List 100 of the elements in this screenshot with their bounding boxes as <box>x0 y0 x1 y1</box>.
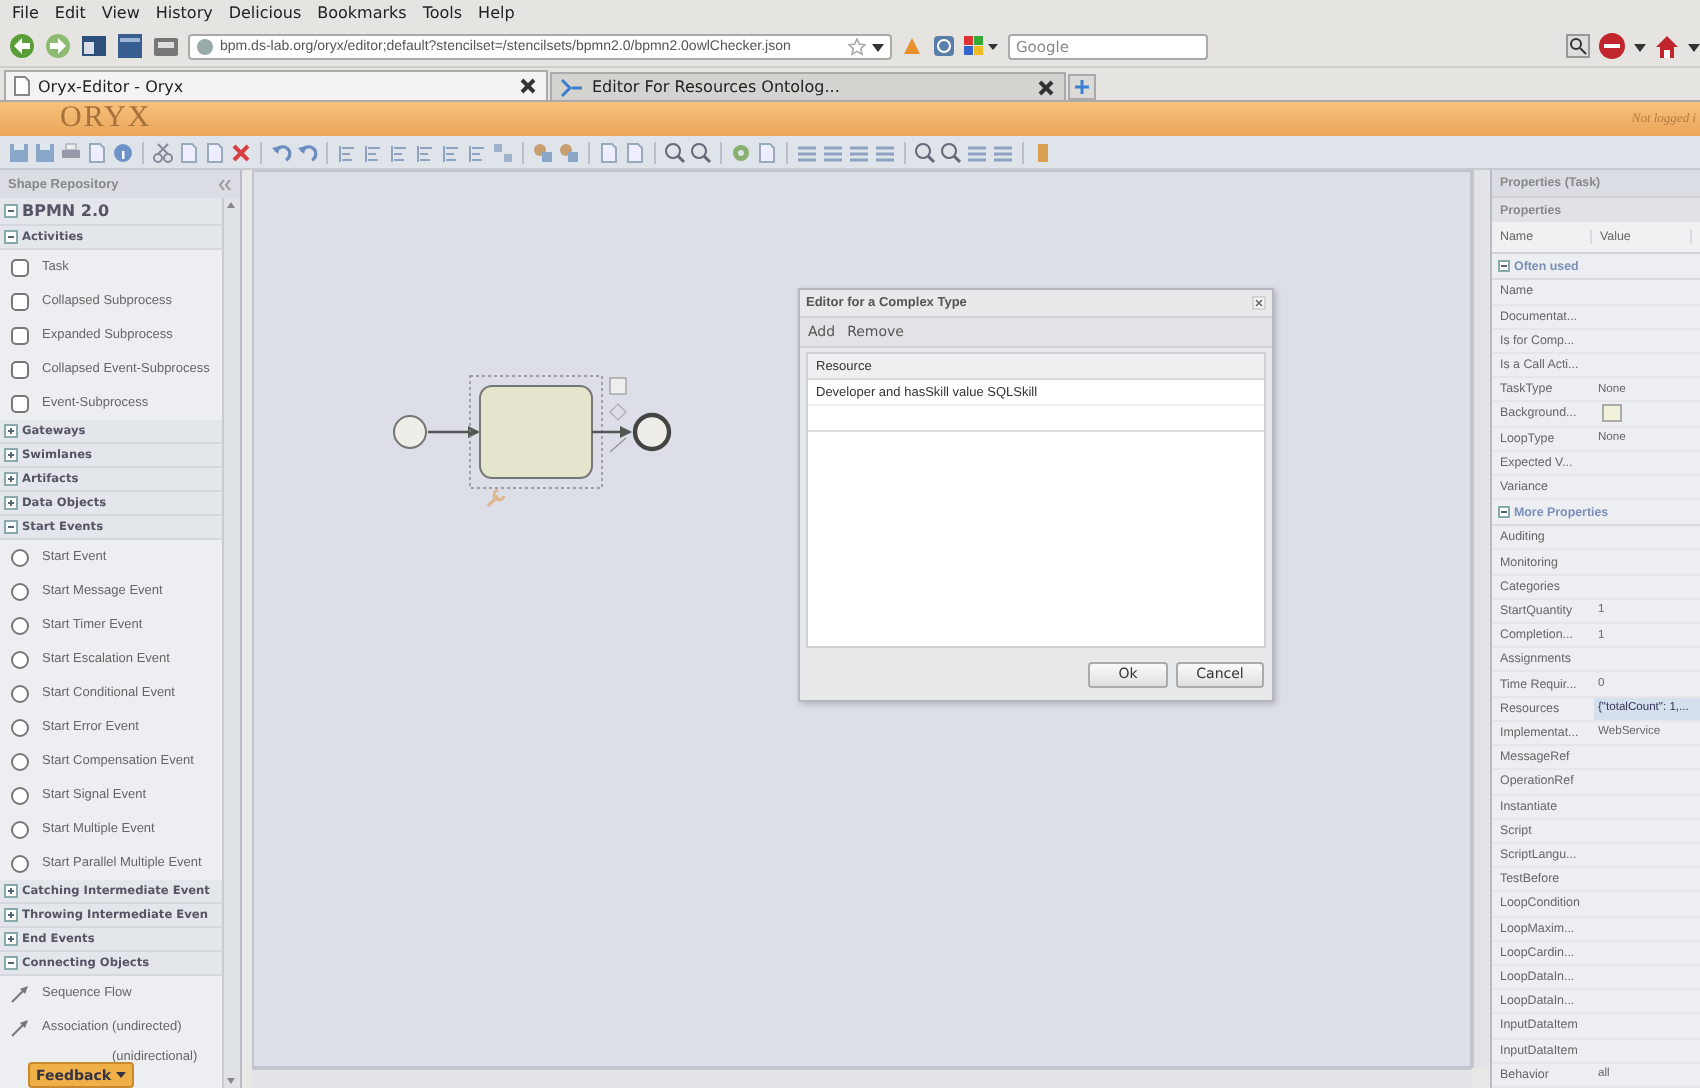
task-shape[interactable] <box>479 385 593 479</box>
scissors-icon[interactable] <box>152 141 174 163</box>
menu-item[interactable]: Tools <box>414 4 471 22</box>
color-swatch[interactable] <box>1602 404 1622 423</box>
browser-tab[interactable]: Oryx-Editor - Oryx <box>4 70 548 100</box>
globe-icon <box>196 37 214 55</box>
plus-box-icon[interactable] <box>4 496 18 510</box>
align-icon[interactable] <box>414 141 436 163</box>
app-logo: ORYX <box>60 102 152 136</box>
scroll-down-icon <box>224 1074 238 1088</box>
circle-icon <box>10 581 30 601</box>
home-icon[interactable] <box>1654 33 1680 59</box>
browser-tab[interactable]: Editor For Resources Ontolog... <box>550 72 1066 100</box>
save-icon[interactable] <box>8 141 30 163</box>
document-icon[interactable] <box>598 141 620 163</box>
list-icon[interactable] <box>848 141 870 163</box>
menu-item[interactable]: View <box>93 4 148 22</box>
sequence-flow[interactable] <box>592 426 632 438</box>
circle-icon <box>10 683 30 703</box>
shapes-icon[interactable] <box>558 141 580 163</box>
scrollbar[interactable] <box>222 198 240 1088</box>
menu-item[interactable]: Bookmarks <box>309 4 415 22</box>
document-icon[interactable] <box>204 141 226 163</box>
align-icon[interactable] <box>362 141 384 163</box>
bar-icon[interactable] <box>1032 141 1054 163</box>
document-icon[interactable] <box>624 141 646 163</box>
align-icon[interactable] <box>440 141 462 163</box>
minus-box-icon[interactable] <box>4 230 18 244</box>
zoom-icon[interactable] <box>664 141 686 163</box>
grid-icon[interactable] <box>492 141 514 163</box>
circle-icon <box>10 717 30 737</box>
minus-box-icon[interactable] <box>4 204 18 218</box>
document-icon[interactable] <box>86 141 108 163</box>
document-icon[interactable] <box>756 141 778 163</box>
start-event[interactable] <box>393 415 427 449</box>
star-icon[interactable] <box>848 37 866 55</box>
menu-item[interactable]: Delicious <box>220 4 310 22</box>
scrollbar[interactable] <box>1472 170 1490 1068</box>
search-icon[interactable] <box>1566 34 1590 58</box>
document-icon[interactable] <box>178 141 200 163</box>
circle-icon <box>10 547 30 567</box>
page-icon <box>14 76 30 96</box>
save-icon[interactable] <box>34 141 56 163</box>
list-icon[interactable] <box>796 141 818 163</box>
zoom-icon[interactable] <box>690 141 712 163</box>
category-header[interactable]: BPMN 2.0 <box>0 198 222 226</box>
zoom-icon[interactable] <box>914 141 936 163</box>
circle-icon <box>10 615 30 635</box>
window-icon[interactable] <box>80 32 108 60</box>
minus-box-icon[interactable] <box>4 520 18 534</box>
add-task-icon[interactable] <box>609 377 627 395</box>
circle-icon <box>10 785 30 805</box>
back-icon[interactable] <box>8 32 36 60</box>
caret-icon <box>115 1070 126 1080</box>
circle-icon <box>10 751 30 771</box>
search-engine-icon[interactable] <box>964 34 1000 58</box>
minus-box-icon[interactable] <box>4 956 18 970</box>
align-icon[interactable] <box>466 141 488 163</box>
undo-icon[interactable] <box>270 141 292 163</box>
selection-frame <box>469 375 603 489</box>
align-icon[interactable] <box>336 141 358 163</box>
list-icon[interactable] <box>874 141 896 163</box>
new-tab-icon[interactable] <box>1068 74 1096 100</box>
align-icon[interactable] <box>388 141 410 163</box>
close-icon[interactable] <box>1036 77 1056 97</box>
menu-item[interactable]: Help <box>470 4 523 22</box>
shapes-icon[interactable] <box>532 141 554 163</box>
info-icon[interactable] <box>112 141 134 163</box>
minus-box-icon <box>1498 260 1510 273</box>
cross-icon[interactable] <box>230 141 252 163</box>
minus-box-icon <box>1498 506 1510 519</box>
menu-item[interactable]: History <box>147 4 221 22</box>
menu-item[interactable]: Edit <box>46 4 94 22</box>
close-icon[interactable] <box>518 76 538 96</box>
close-icon[interactable] <box>1252 296 1266 310</box>
end-event[interactable] <box>632 412 672 452</box>
circle-icon <box>10 649 30 669</box>
menu-item[interactable]: File <box>4 4 47 22</box>
stop-sign-icon[interactable] <box>1598 32 1626 60</box>
collapse-icon[interactable] <box>218 177 232 191</box>
wrench-icon[interactable] <box>486 488 506 508</box>
plus-box-icon[interactable] <box>4 908 18 922</box>
sequence-flow[interactable] <box>428 426 480 438</box>
circle-icon <box>10 853 30 873</box>
gear-icon[interactable] <box>730 141 752 163</box>
scrollbar[interactable] <box>252 1068 1472 1088</box>
plus-box-icon[interactable] <box>4 424 18 438</box>
plus-box-icon[interactable] <box>4 448 18 462</box>
list-icon[interactable] <box>966 141 988 163</box>
list-icon[interactable] <box>822 141 844 163</box>
circle-icon <box>10 819 30 839</box>
window-icon[interactable] <box>116 32 144 60</box>
printer-icon[interactable] <box>60 141 82 163</box>
zoom-icon[interactable] <box>940 141 962 163</box>
plus-box-icon[interactable] <box>4 884 18 898</box>
refresh-icon[interactable] <box>932 34 956 58</box>
undo-icon[interactable] <box>296 141 318 163</box>
list-icon[interactable] <box>992 141 1014 163</box>
plus-box-icon[interactable] <box>4 472 18 486</box>
plus-box-icon[interactable] <box>4 932 18 946</box>
